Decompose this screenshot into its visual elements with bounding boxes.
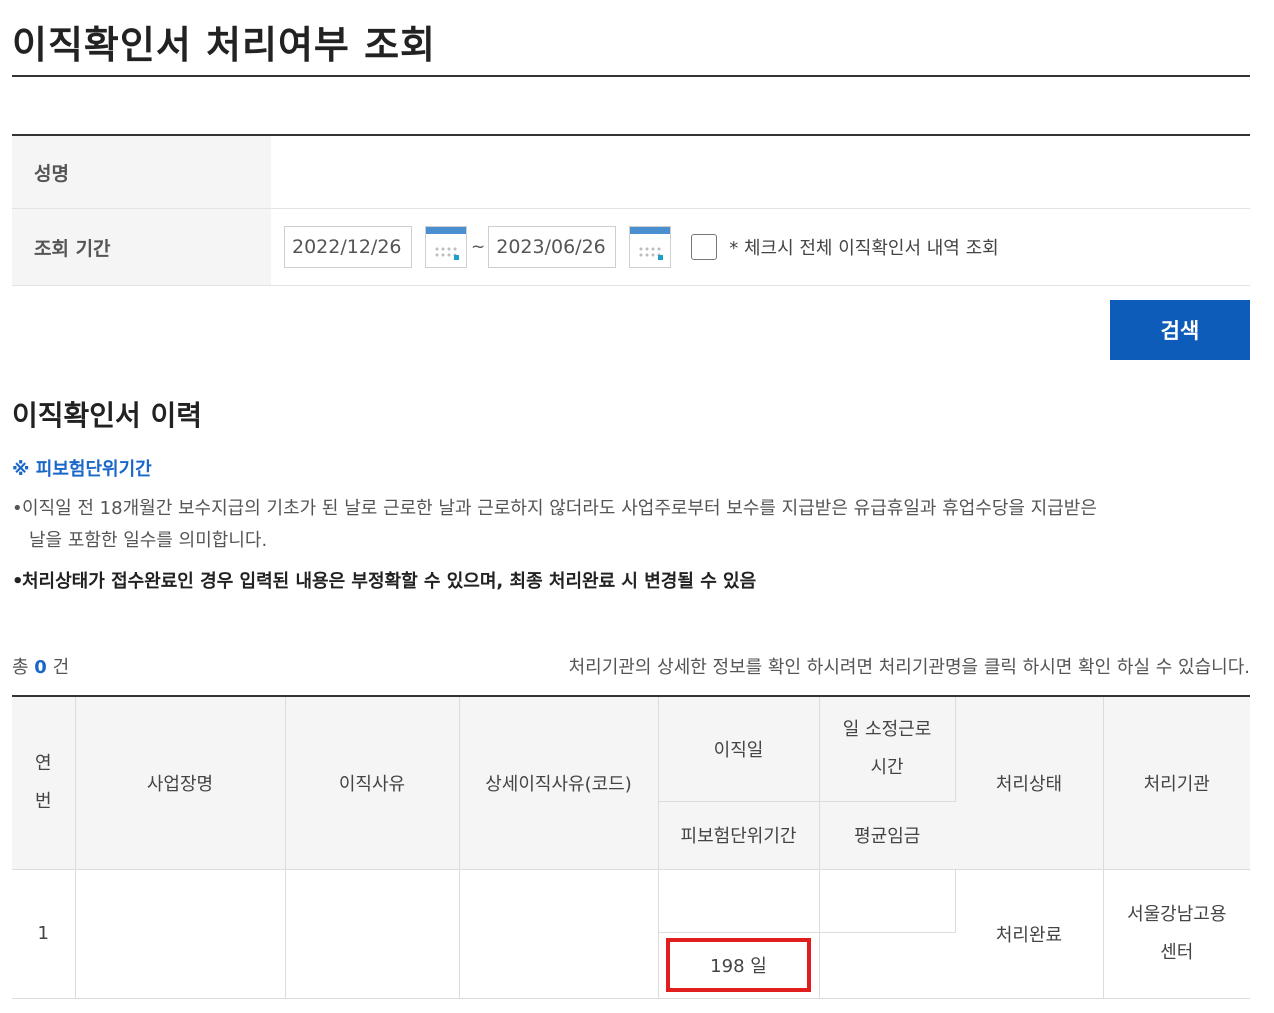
col-insured-period-header: 피보험단위기간 <box>658 801 820 870</box>
row-detail-reason-cell <box>459 869 659 999</box>
notice-heading: ※ 피보험단위기간 <box>12 459 152 480</box>
col-status-header: 처리상태 <box>955 695 1104 870</box>
bullet-dot-icon: • <box>12 498 23 519</box>
notice-bullet-1: •이직일 전 18개월간 보수지급의 기초가 된 날로 근로한 날과 근로하지 … <box>12 493 1227 557</box>
start-calendar-icon[interactable] <box>425 226 467 268</box>
name-row: 성명 <box>12 136 1250 209</box>
count-value: 0 <box>34 657 47 678</box>
row-leave-date-cell <box>658 869 820 933</box>
period-label: 조회 기간 <box>12 209 271 285</box>
row-status-cell: 처리완료 <box>955 869 1104 999</box>
page-title: 이직확인서 처리여부 조회 <box>12 23 437 67</box>
col-agency-header: 처리기관 <box>1103 695 1250 870</box>
period-field: ~ * 체크시 전체 이직확인서 내역 조회 <box>271 209 1250 285</box>
row-reason-cell <box>285 869 460 999</box>
col-no-header: 연번 <box>12 695 76 870</box>
row-insured-period-cell: 198 일 <box>658 932 820 999</box>
name-value <box>271 136 1250 208</box>
col-detail-reason-header: 상세이직사유(코드) <box>459 695 659 870</box>
row-no-cell: 1 <box>12 869 76 999</box>
notice-text-1: 이직일 전 18개월간 보수지급의 기초가 된 날로 근로한 날과 근로하지 않… <box>22 498 1097 519</box>
search-button[interactable]: 검색 <box>1110 300 1250 360</box>
range-separator: ~ <box>471 237 486 257</box>
history-table: 연번 사업장명 이직사유 상세이직사유(코드) 이직일 일 소정근로 시간 처리상… <box>12 695 1250 999</box>
end-calendar-icon[interactable] <box>629 226 672 268</box>
row-daily-hours-cell <box>819 869 956 933</box>
table-hint: 처리기관의 상세한 정보를 확인 하시려면 처리기관명을 클릭 하시면 확인 하… <box>568 657 1250 678</box>
row-avg-wage-cell <box>819 932 955 999</box>
count-suffix: 건 <box>52 657 70 678</box>
title-divider <box>12 75 1250 77</box>
count-prefix: 총 <box>12 657 29 678</box>
notice-text-2: 처리상태가 접수완료인 경우 입력된 내용은 부정확할 수 있으며, 최종 처리… <box>22 571 757 592</box>
bullet-dot-icon: • <box>12 571 24 592</box>
end-date-input[interactable] <box>488 226 617 268</box>
all-history-checkbox-label: * 체크시 전체 이직확인서 내역 조회 <box>729 238 999 259</box>
period-row: 조회 기간 ~ * 체크시 전체 이직확인서 내역 조회 <box>12 209 1250 286</box>
col-workplace-header: 사업장명 <box>75 695 286 870</box>
col-leave-date-header: 이직일 <box>658 695 820 802</box>
insured-period-highlight: 198 일 <box>666 938 811 992</box>
row-workplace-cell <box>75 869 286 999</box>
col-reason-header: 이직사유 <box>285 695 460 870</box>
table-row: 1 처리완료 서울강남고용 센터 <box>12 869 1250 999</box>
row-agency-link[interactable]: 서울강남고용 센터 <box>1103 869 1250 999</box>
notice-bullet-2: •처리상태가 접수완료인 경우 입력된 내용은 부정확할 수 있으며, 최종 처… <box>12 566 1227 598</box>
result-count: 총 0 건 <box>12 653 69 679</box>
col-avg-wage-header: 평균임금 <box>819 801 955 870</box>
all-history-checkbox[interactable] <box>691 234 718 260</box>
history-title: 이직확인서 이력 <box>12 399 203 432</box>
search-form: 성명 조회 기간 ~ * 체크시 전체 이직확인서 내역 조회 <box>12 134 1250 286</box>
notice-text-1-cont: 날을 포함한 일수를 의미합니다. <box>29 530 268 551</box>
col-daily-hours-header: 일 소정근로 시간 <box>819 695 956 802</box>
name-label: 성명 <box>12 136 271 208</box>
start-date-input[interactable] <box>284 226 412 268</box>
